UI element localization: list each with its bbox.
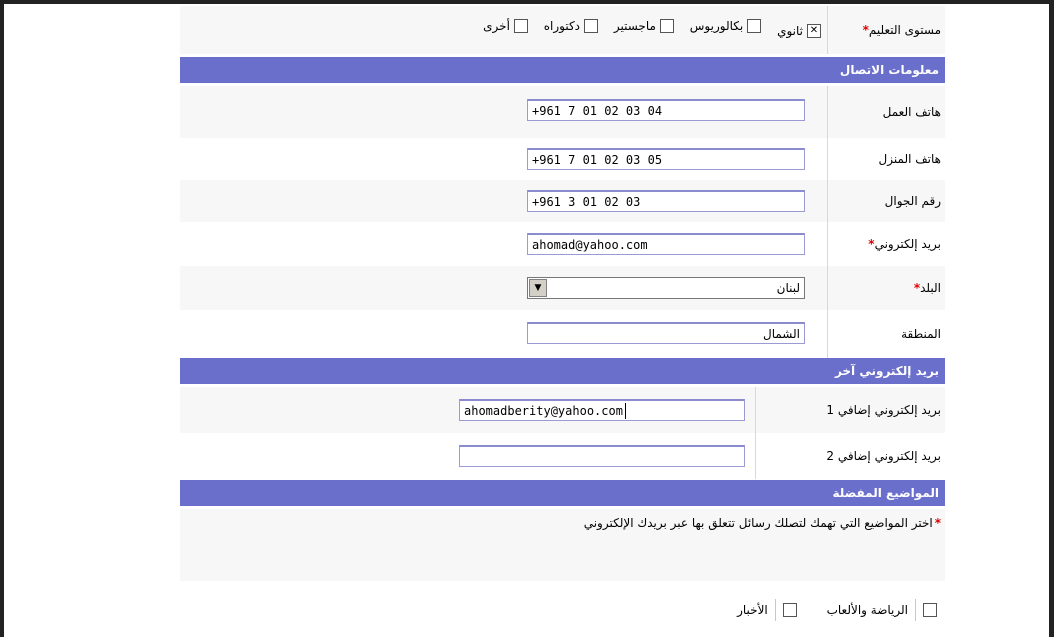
- mobile-row: رقم الجوال +961 3 01 02 03: [180, 180, 945, 222]
- education-label: مستوى التعليم *: [827, 6, 945, 54]
- home-phone-label-text: هاتف المنزل: [878, 152, 941, 166]
- email-input[interactable]: ahomad@yahoo.com: [527, 233, 805, 255]
- interest-option-1[interactable]: الرياضة والألعاب: [827, 599, 937, 621]
- required-mark: *: [862, 23, 869, 37]
- education-option-label: ماجستير: [613, 19, 656, 33]
- education-option-label: دكتوراه: [543, 19, 581, 33]
- home-phone-input[interactable]: +961 7 01 02 03 05: [527, 148, 805, 170]
- interest-option-2[interactable]: الأخبار: [737, 599, 797, 621]
- required-mark: *: [868, 237, 875, 251]
- email2-input[interactable]: [459, 445, 745, 467]
- email-label-text: بريد إلكتروني: [874, 237, 941, 251]
- checkbox-checked-icon[interactable]: ✕: [807, 24, 821, 38]
- email1-label-text: بريد إلكتروني إضافي 1: [826, 403, 941, 417]
- country-label-text: البلد: [920, 281, 941, 295]
- required-mark: *: [934, 516, 941, 530]
- education-row: مستوى التعليم * ✕ ثانوي بكالوريوس ماجستير …: [180, 6, 945, 54]
- dropdown-arrow-icon[interactable]: ▼: [529, 279, 547, 297]
- education-option-4[interactable]: دكتوراه: [543, 19, 599, 33]
- country-select-value: لبنان: [776, 281, 800, 295]
- window-frame-top: [0, 0, 1054, 4]
- interest-option-label: الأخبار: [737, 603, 768, 617]
- mobile-label-text: رقم الجوال: [884, 194, 941, 208]
- interest-option-label: الرياضة والألعاب: [826, 603, 908, 617]
- interests-section-title: المواضيع المفضلة: [832, 486, 939, 500]
- email1-row: بريد إلكتروني إضافي 1 ahomadberity@yahoo…: [180, 387, 945, 433]
- education-option-label: أخرى: [483, 19, 510, 33]
- checkbox-icon[interactable]: [584, 19, 599, 33]
- email2-label: بريد إلكتروني إضافي 2: [755, 433, 945, 479]
- region-label-text: المنطقة: [901, 327, 941, 341]
- region-input[interactable]: الشمال: [527, 322, 805, 344]
- required-mark: *: [913, 281, 921, 295]
- education-option-label: ثانوي: [777, 24, 803, 38]
- divider: [915, 599, 916, 621]
- email-label: بريد إلكتروني *: [827, 222, 945, 266]
- interests-note: *اختر المواضيع التي تهمك لتصلك رسائل تتع…: [201, 515, 941, 532]
- work-phone-row: هاتف العمل +961 7 01 02 03 04: [180, 86, 945, 138]
- work-phone-label: هاتف العمل: [827, 86, 945, 138]
- email1-input-value: ahomadberity@yahoo.com: [464, 403, 623, 418]
- email1-input[interactable]: ahomadberity@yahoo.com: [459, 399, 745, 421]
- education-option-2[interactable]: بكالوريوس: [689, 19, 762, 33]
- interests-note-text: اختر المواضيع التي تهمك لتصلك رسائل تتعل…: [583, 516, 933, 530]
- education-option-3[interactable]: ماجستير: [614, 19, 674, 33]
- emails-section-header: بريد إلكتروني آخر: [180, 358, 945, 384]
- checkbox-icon[interactable]: [923, 603, 937, 617]
- email-row: بريد إلكتروني * ahomad@yahoo.com: [180, 222, 945, 266]
- window-frame-right: [1049, 0, 1054, 637]
- checkbox-icon[interactable]: [513, 19, 528, 33]
- email2-row: بريد إلكتروني إضافي 2: [180, 433, 945, 479]
- home-phone-row: هاتف المنزل +961 7 01 02 03 05: [180, 138, 945, 180]
- interests-section-header: المواضيع المفضلة: [180, 480, 945, 506]
- divider: [774, 599, 776, 621]
- contact-section-title: معلومات الاتصال: [839, 63, 939, 77]
- text-cursor: [624, 402, 626, 419]
- mobile-input[interactable]: +961 3 01 02 03: [527, 190, 805, 212]
- checkbox-icon[interactable]: [659, 19, 674, 33]
- country-label: البلد *: [827, 266, 945, 310]
- email2-label-text: بريد إلكتروني إضافي 2: [826, 449, 941, 463]
- interests-options: الرياضة والألعاب الأخبار: [725, 599, 937, 621]
- email1-label: بريد إلكتروني إضافي 1: [755, 387, 945, 433]
- work-phone-label-text: هاتف العمل: [882, 105, 941, 119]
- work-phone-input[interactable]: +961 7 01 02 03 04: [527, 99, 805, 121]
- education-option-1[interactable]: ✕ ثانوي: [777, 24, 821, 38]
- country-select[interactable]: لبنان ▼: [527, 277, 805, 299]
- home-phone-label: هاتف المنزل: [827, 138, 945, 180]
- emails-section-title: بريد إلكتروني آخر: [834, 364, 939, 378]
- education-option-label: بكالوريوس: [689, 19, 744, 33]
- region-row: المنطقة الشمال: [180, 310, 945, 358]
- country-row: البلد * لبنان ▼: [180, 266, 945, 310]
- region-label: المنطقة: [827, 310, 945, 358]
- checkbox-icon[interactable]: [747, 19, 762, 33]
- checkbox-icon[interactable]: [782, 603, 797, 617]
- window-frame-left: [0, 0, 4, 637]
- interests-checkboxes-row: الرياضة والألعاب الأخبار: [180, 581, 945, 637]
- education-label-text: مستوى التعليم: [868, 23, 941, 37]
- education-option-5[interactable]: أخرى: [483, 19, 528, 33]
- contact-section-header: معلومات الاتصال: [180, 57, 945, 83]
- mobile-label: رقم الجوال: [827, 180, 945, 222]
- education-options: ✕ ثانوي بكالوريوس ماجستير دكتوراه أخرى: [471, 19, 821, 38]
- interests-note-row: *اختر المواضيع التي تهمك لتصلك رسائل تتع…: [180, 509, 945, 581]
